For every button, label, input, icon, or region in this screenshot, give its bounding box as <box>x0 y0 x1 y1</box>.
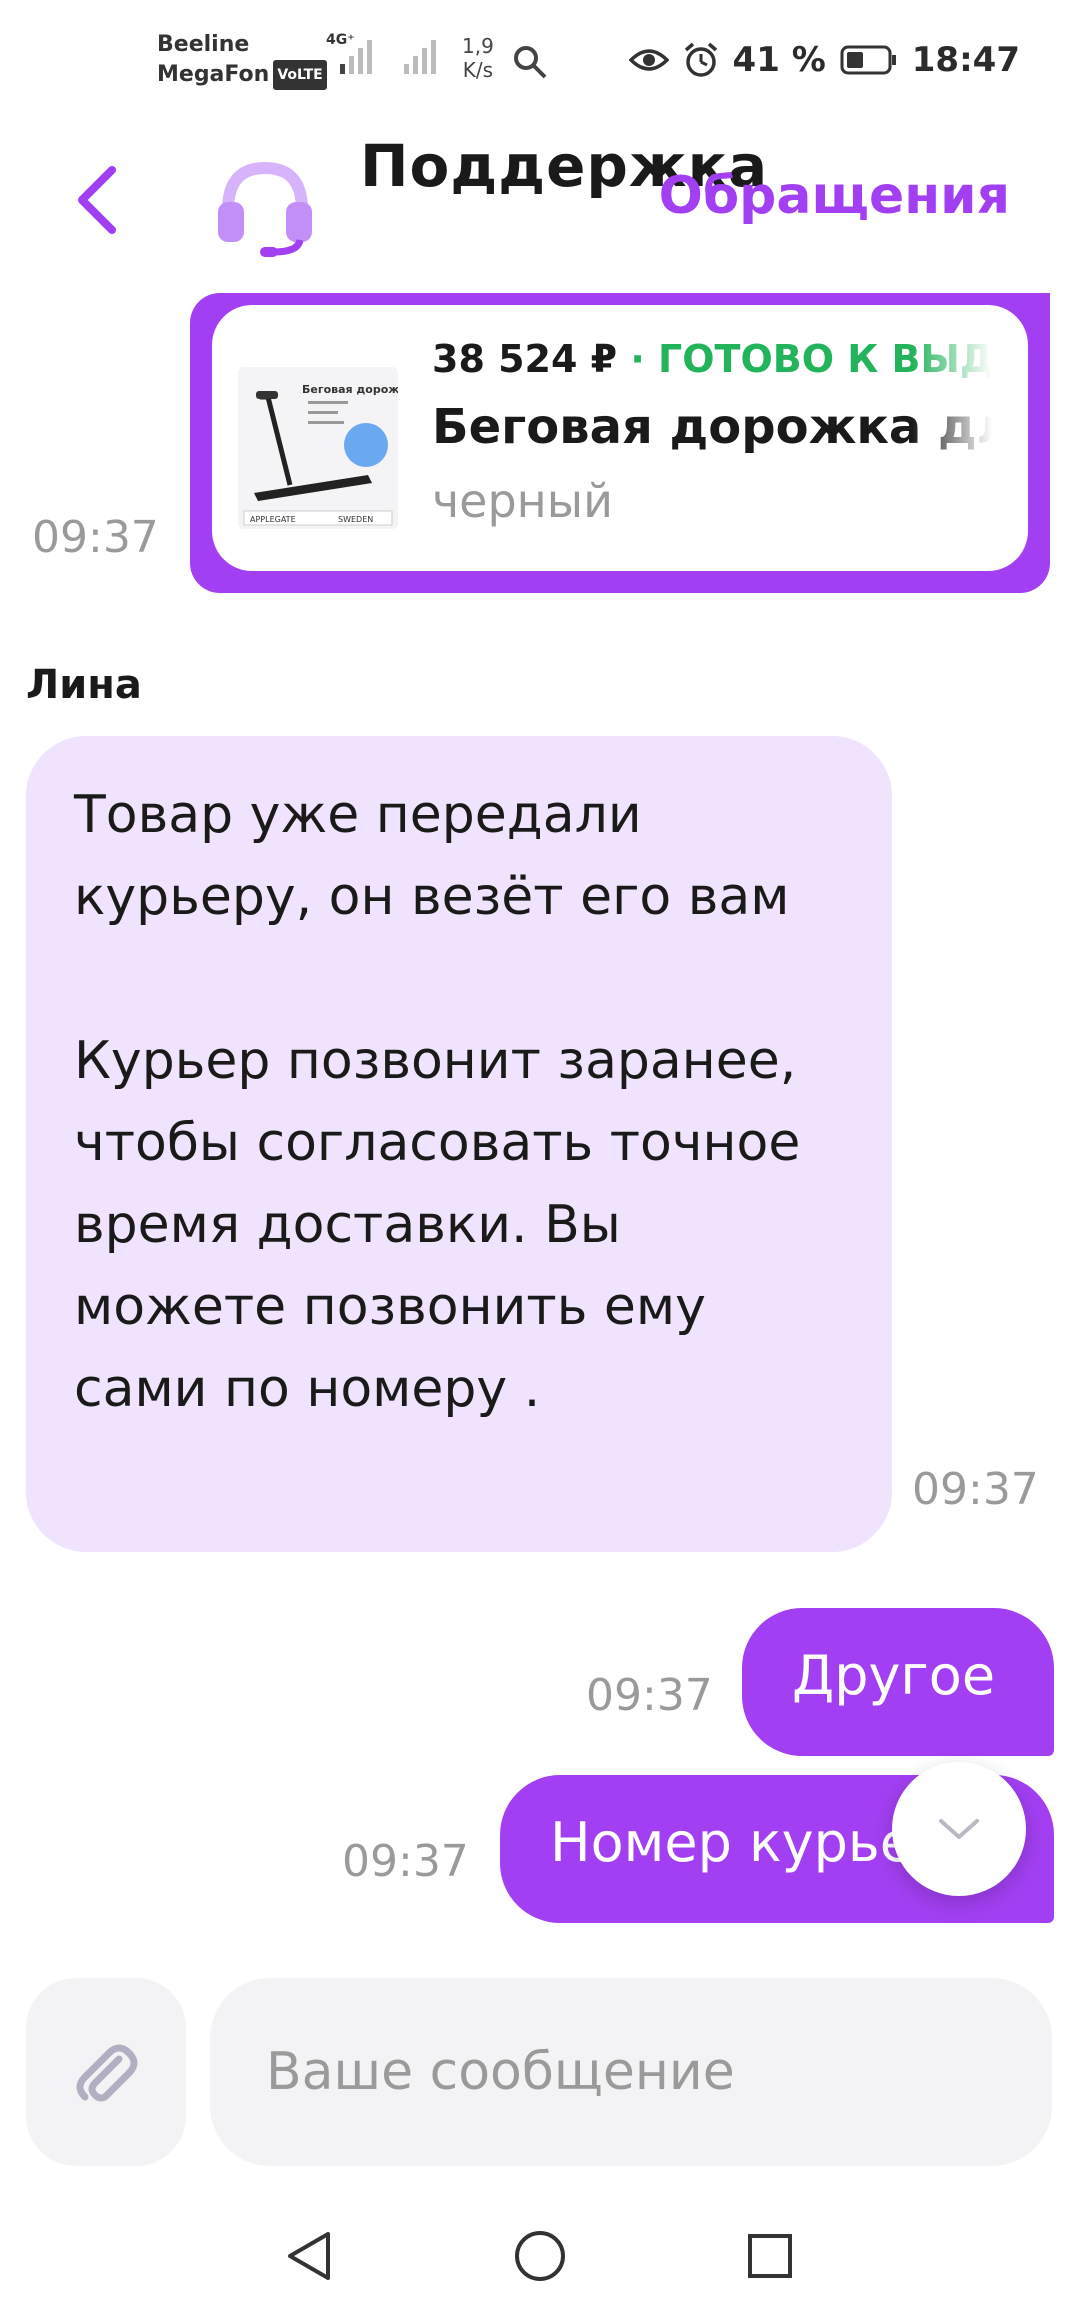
nav-recents-icon[interactable] <box>740 2226 800 2286</box>
message-time: 09:37 <box>586 1670 713 1721</box>
back-icon[interactable] <box>64 160 134 240</box>
attach-button[interactable] <box>26 1978 186 2166</box>
signal-icon-2 <box>404 40 436 74</box>
eye-icon <box>628 49 669 71</box>
headset-icon <box>218 161 312 257</box>
speed-value: 1,9 <box>462 34 494 58</box>
product-info: 38 524 ₽ · ГОТОВО К ВЫДАЧЕ Беговая дорож… <box>432 335 992 531</box>
signal-icon <box>340 40 372 74</box>
agent-message-bubble: Товар уже передали курьеру, он везёт его… <box>26 736 892 1552</box>
operator-1: Beeline <box>157 32 250 57</box>
message-input[interactable] <box>210 1978 1052 2166</box>
system-nav-bar <box>0 2200 1080 2310</box>
data-speed: 1,9 K/s <box>462 34 494 82</box>
speed-unit: K/s <box>462 58 494 82</box>
price-status-line: 38 524 ₽ · ГОТОВО К ВЫДАЧЕ <box>432 335 992 383</box>
message-time: 09:37 <box>342 1836 469 1887</box>
page-title: Поддержка <box>360 132 769 200</box>
battery-icon <box>840 45 896 75</box>
clock: 18:47 <box>911 40 1020 80</box>
image-country: SWEDEN <box>338 515 373 524</box>
separator-dot: · <box>617 337 659 381</box>
message-time: 09:37 <box>32 512 159 563</box>
chevron-down-icon <box>939 1819 979 1839</box>
image-brand: APPLEGATE <box>250 515 296 524</box>
product-image: Беговая дорожка APPLEGATE SWEDEN <box>238 367 398 529</box>
user-message-bubble: Другое <box>742 1608 1054 1756</box>
operators: Beeline MegaFon VoLTE <box>157 30 327 90</box>
status-right: 41 % 18:47 <box>628 40 1020 80</box>
product-card[interactable]: Беговая дорожка APPLEGATE SWEDEN 38 524 … <box>190 293 1050 593</box>
nav-back-icon[interactable] <box>280 2226 340 2286</box>
image-title: Беговая дорожка <box>302 383 398 396</box>
operator-2: MegaFon <box>157 62 270 87</box>
order-status: ГОТОВО К ВЫДАЧЕ <box>658 337 992 381</box>
product-card-inner: Беговая дорожка APPLEGATE SWEDEN 38 524 … <box>212 305 1028 571</box>
product-name: Беговая дорожка для дома <box>432 399 992 455</box>
product-color: черный <box>432 474 613 528</box>
battery-percent: 41 % <box>732 40 826 80</box>
search-icon <box>514 46 547 79</box>
scroll-down-button[interactable] <box>892 1762 1026 1896</box>
nav-home-icon[interactable] <box>510 2226 570 2286</box>
agent-name: Лина <box>26 662 142 708</box>
volte-badge: VoLTE <box>273 60 327 90</box>
chat-header: Поддержка Обращения <box>0 120 1080 290</box>
message-time: 09:37 <box>912 1464 1039 1515</box>
product-price: 38 524 ₽ <box>432 337 618 381</box>
alarm-icon <box>684 42 717 77</box>
paperclip-icon <box>76 2044 138 2102</box>
treadmill-image: Беговая дорожка APPLEGATE SWEDEN <box>238 367 398 529</box>
tickets-link[interactable]: Обращения <box>659 166 1010 226</box>
status-bar: Beeline MegaFon VoLTE 4G⁺ 1,9 K/s 41 % 18… <box>0 0 1080 120</box>
